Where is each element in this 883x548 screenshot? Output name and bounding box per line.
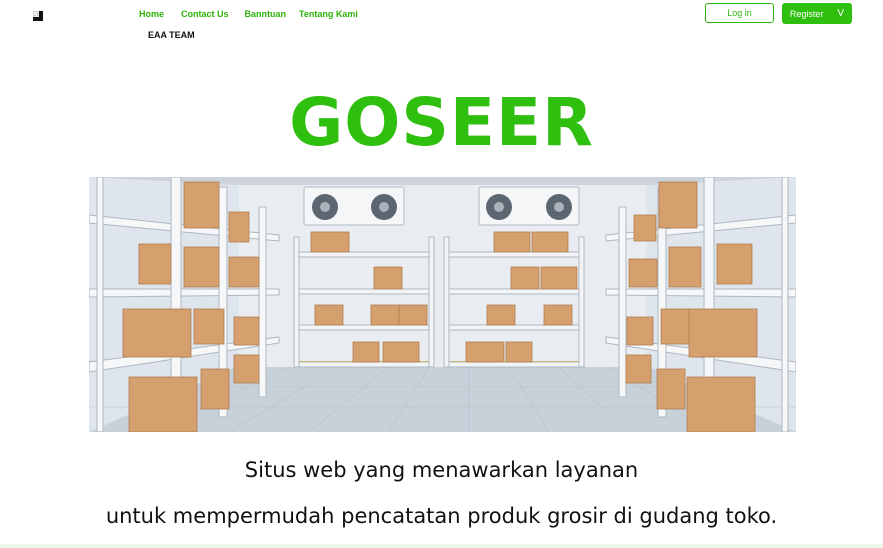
nav-contact-link[interactable]: Contact Us	[181, 9, 229, 19]
bottom-divider	[0, 544, 883, 548]
page-title: GOSEER	[289, 84, 594, 161]
chevron-down-icon: V	[837, 8, 845, 19]
login-button[interactable]: Log in	[705, 3, 774, 23]
main-nav: Home Contact Us Banntuan Tentang Kami	[139, 9, 358, 19]
tagline-line-1: Situs web yang menawarkan layanan	[244, 458, 639, 482]
warehouse-image	[89, 177, 796, 432]
tagline-line-2: untuk mempermudah pencatatan produk gros…	[105, 504, 778, 528]
logo-icon	[33, 11, 43, 21]
login-button-label: Log in	[727, 8, 752, 18]
nav-help-link[interactable]: Banntuan	[245, 9, 287, 19]
nav-team-link[interactable]: EAA TEAM	[148, 30, 195, 40]
register-button[interactable]: Register V	[782, 3, 852, 24]
nav-home-link[interactable]: Home	[139, 9, 164, 19]
register-button-label: Register	[789, 8, 824, 19]
nav-about-link[interactable]: Tentang Kami	[299, 9, 358, 19]
